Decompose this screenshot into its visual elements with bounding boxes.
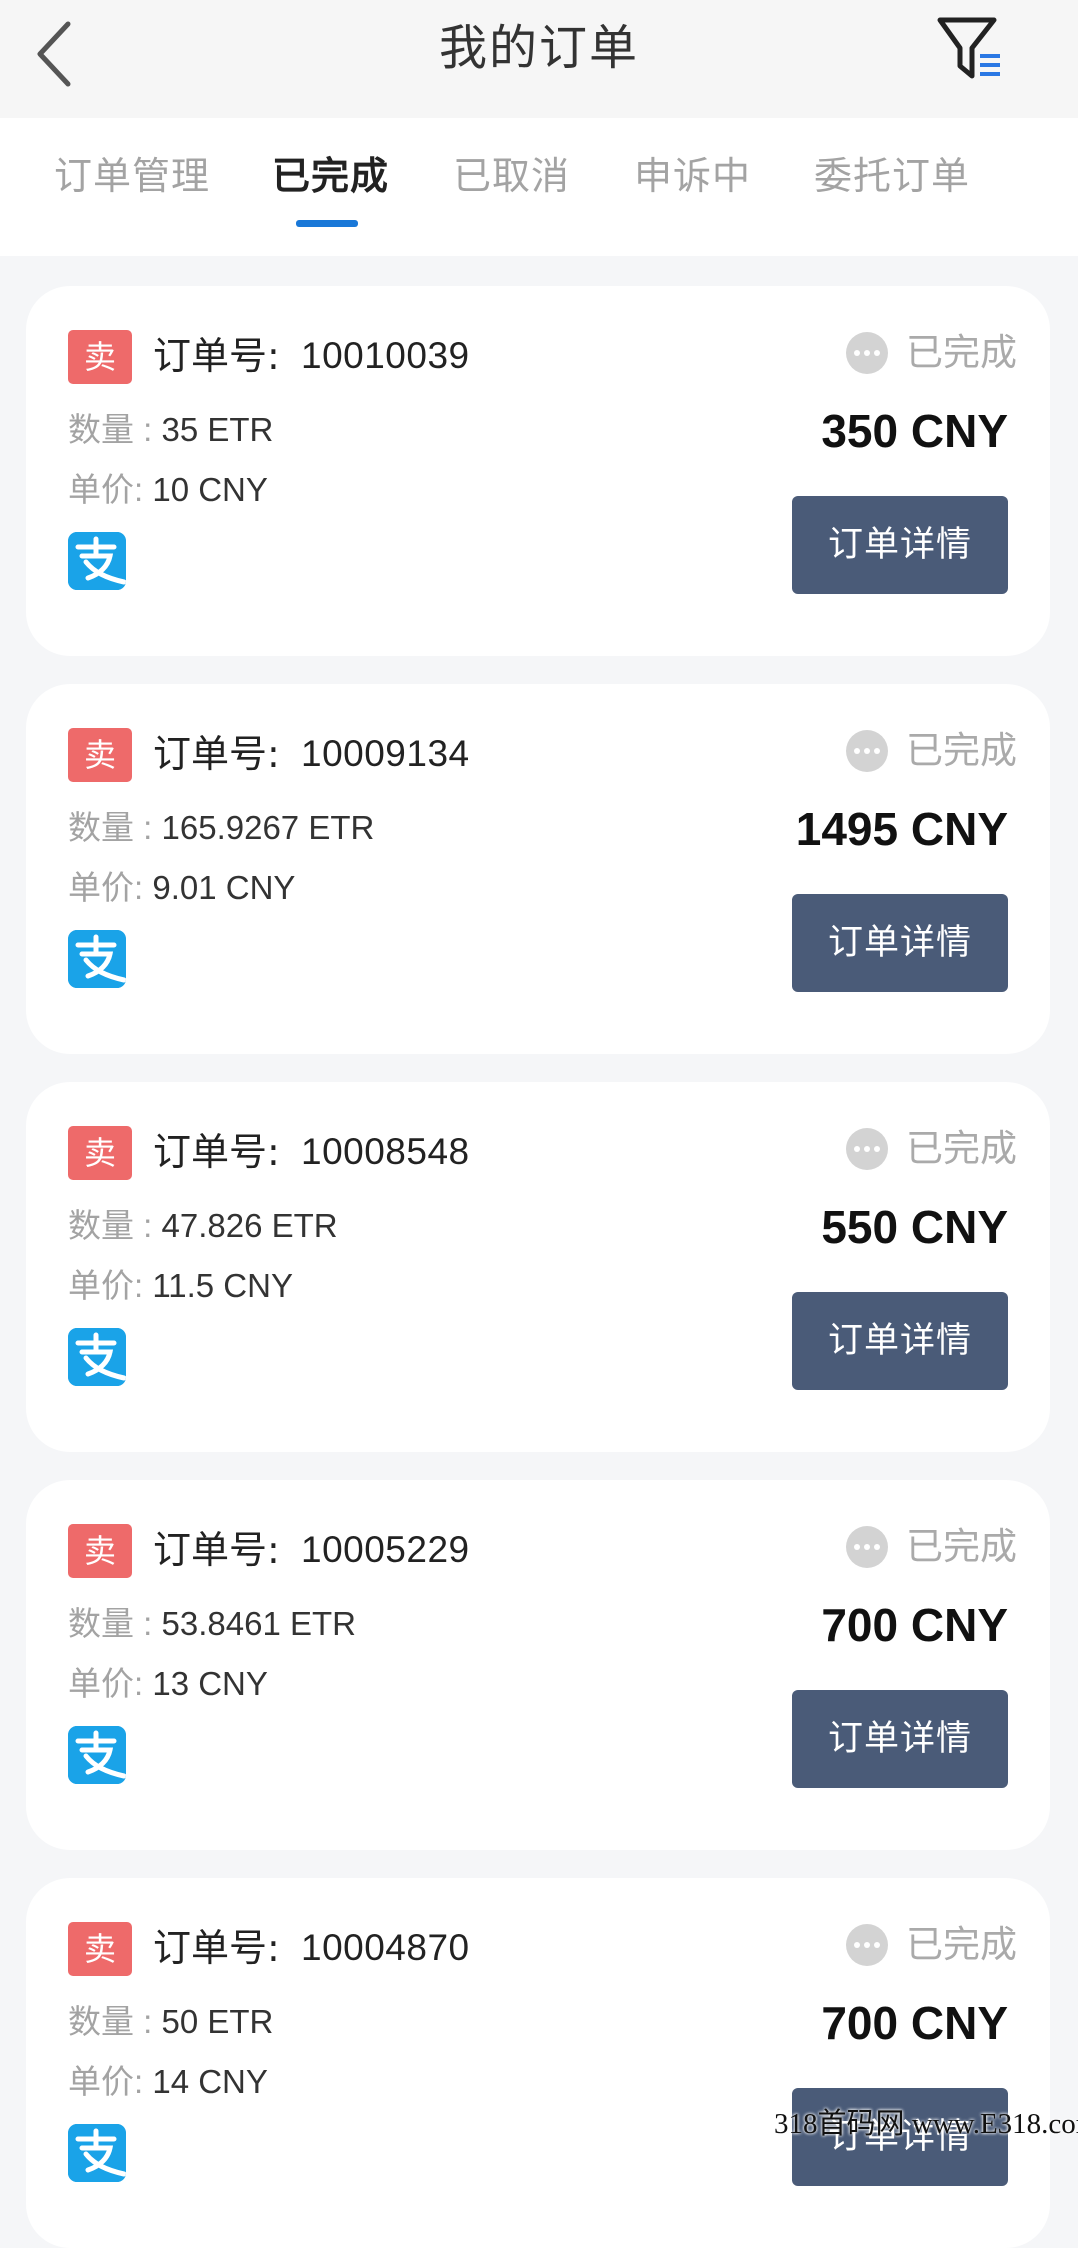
more-dots-icon xyxy=(846,1526,888,1568)
order-number-label: 订单号: xyxy=(153,1926,280,1970)
sell-badge: 卖 xyxy=(68,1922,132,1976)
unit-price-value: 10 CNY xyxy=(152,471,268,508)
order-card: 卖 订单号: 10010039 已完成 数量 : 35 ETR 单价: 10 C… xyxy=(26,286,1050,656)
status-text: 已完成 xyxy=(906,1525,1017,1568)
order-total: 350 CNY xyxy=(821,405,1008,457)
more-dots-icon xyxy=(846,1128,888,1170)
order-card: 卖 订单号: 10005229 已完成 数量 : 53.8461 ETR 单价:… xyxy=(26,1480,1050,1850)
tab-cancelled[interactable]: 已取消 xyxy=(453,148,570,204)
tab-completed[interactable]: 已完成 xyxy=(272,148,389,204)
status-text: 已完成 xyxy=(906,1127,1017,1170)
alipay-icon xyxy=(68,1328,126,1386)
watermark: 318首码网 www.E318.com xyxy=(774,2108,1078,2140)
quantity-label: 数量 : xyxy=(68,2003,162,2040)
unit-price-row: 单价: 9.01 CNY xyxy=(68,864,295,912)
filter-icon[interactable] xyxy=(934,14,1006,86)
quantity-value: 35 ETR xyxy=(161,411,274,448)
quantity-label: 数量 : xyxy=(68,809,162,846)
tab-order-management[interactable]: 订单管理 xyxy=(54,148,210,204)
app-header: 我的订单 xyxy=(0,0,1078,118)
sell-badge: 卖 xyxy=(68,1524,132,1578)
order-number-label: 订单号: xyxy=(153,334,280,378)
unit-price-value: 14 CNY xyxy=(152,2063,268,2100)
unit-price-label: 单价: xyxy=(68,1665,153,1702)
order-number-label: 订单号: xyxy=(153,1528,280,1572)
alipay-icon xyxy=(68,1726,126,1784)
quantity-row: 数量 : 50 ETR xyxy=(68,1998,273,2046)
sell-badge: 卖 xyxy=(68,330,132,384)
unit-price-value: 9.01 CNY xyxy=(152,869,296,906)
order-detail-button[interactable]: 订单详情 xyxy=(792,1690,1008,1788)
order-number: 10010039 xyxy=(301,335,470,376)
status-text: 已完成 xyxy=(906,729,1017,772)
page-title: 我的订单 xyxy=(438,20,639,76)
sell-badge: 卖 xyxy=(68,1126,132,1180)
unit-price-label: 单价: xyxy=(68,471,153,508)
unit-price-value: 13 CNY xyxy=(152,1665,268,1702)
quantity-label: 数量 : xyxy=(68,411,162,448)
tab-entrusted-orders[interactable]: 委托订单 xyxy=(814,148,970,204)
order-total: 700 CNY xyxy=(821,1599,1008,1651)
quantity-value: 165.9267 ETR xyxy=(161,809,375,846)
more-dots-icon xyxy=(846,1924,888,1966)
quantity-row: 数量 : 47.826 ETR xyxy=(68,1202,338,1250)
unit-price-label: 单价: xyxy=(68,869,153,906)
order-number: 10004870 xyxy=(301,1927,470,1968)
tab-in-appeal[interactable]: 申诉中 xyxy=(634,148,751,204)
sell-badge: 卖 xyxy=(68,728,132,782)
order-total: 550 CNY xyxy=(821,1201,1008,1253)
order-number-label: 订单号: xyxy=(153,1130,280,1174)
order-total: 1495 CNY xyxy=(795,803,1008,855)
more-dots-icon xyxy=(846,730,888,772)
order-number: 10009134 xyxy=(301,733,470,774)
unit-price-label: 单价: xyxy=(68,1267,153,1304)
unit-price-row: 单价: 11.5 CNY xyxy=(68,1262,293,1310)
quantity-value: 50 ETR xyxy=(161,2003,274,2040)
alipay-icon xyxy=(68,2124,126,2182)
order-card: 卖 订单号: 10008548 已完成 数量 : 47.826 ETR 单价: … xyxy=(26,1082,1050,1452)
quantity-row: 数量 : 53.8461 ETR xyxy=(68,1600,356,1648)
alipay-icon xyxy=(68,930,126,988)
order-number: 10008548 xyxy=(301,1131,470,1172)
quantity-row: 数量 : 165.9267 ETR xyxy=(68,804,374,852)
order-card: 卖 订单号: 10009134 已完成 数量 : 165.9267 ETR 单价… xyxy=(26,684,1050,1054)
quantity-label: 数量 : xyxy=(68,1605,162,1642)
unit-price-label: 单价: xyxy=(68,2063,153,2100)
status-text: 已完成 xyxy=(906,331,1017,374)
order-total: 700 CNY xyxy=(821,1997,1008,2049)
order-detail-button[interactable]: 订单详情 xyxy=(792,894,1008,992)
unit-price-row: 单价: 10 CNY xyxy=(68,466,268,514)
order-detail-button[interactable]: 订单详情 xyxy=(792,1292,1008,1390)
quantity-value: 47.826 ETR xyxy=(161,1207,338,1244)
quantity-row: 数量 : 35 ETR xyxy=(68,406,273,454)
order-card: 卖 订单号: 10004870 已完成 数量 : 50 ETR 单价: 14 C… xyxy=(26,1878,1050,2248)
status-text: 已完成 xyxy=(906,1923,1017,1966)
unit-price-row: 单价: 14 CNY xyxy=(68,2058,268,2106)
quantity-label: 数量 : xyxy=(68,1207,162,1244)
order-tabs: 订单管理 已完成 已取消 申诉中 委托订单 xyxy=(0,118,1078,256)
more-dots-icon xyxy=(846,332,888,374)
order-detail-button[interactable]: 订单详情 xyxy=(792,496,1008,594)
order-number-label: 订单号: xyxy=(153,732,280,776)
quantity-value: 53.8461 ETR xyxy=(161,1605,356,1642)
active-tab-indicator xyxy=(296,220,358,227)
order-number: 10005229 xyxy=(301,1529,470,1570)
unit-price-value: 11.5 CNY xyxy=(152,1267,293,1304)
unit-price-row: 单价: 13 CNY xyxy=(68,1660,268,1708)
alipay-icon xyxy=(68,532,126,590)
